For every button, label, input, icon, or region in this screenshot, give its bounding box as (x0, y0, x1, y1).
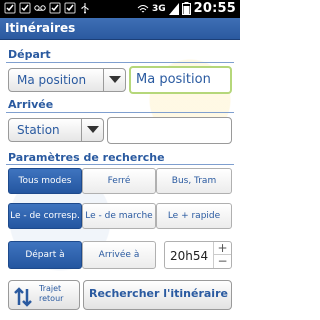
page-title: Itinéraires (5, 21, 76, 35)
checkbox-icon (64, 2, 76, 14)
arrivee-input[interactable] (107, 117, 232, 144)
network-type-label: 3G (151, 3, 166, 14)
mode-rail-button[interactable]: Ferré (82, 168, 156, 194)
pref-fewest-transfers-button[interactable]: Le - de corresp. (8, 203, 82, 229)
search-itinerary-label: Rechercher l'itinéraire (89, 287, 228, 300)
arrivee-type-dropdown[interactable]: Station (8, 118, 104, 142)
params-label: Paramètres de recherche (8, 151, 165, 164)
pref-fastest-button[interactable]: Le + rapide (156, 203, 232, 229)
arrive-at-button[interactable]: Arrivée à (82, 241, 156, 269)
depart-type-value: Ma position (17, 73, 87, 87)
checkbox-icon (4, 2, 16, 14)
arrivee-label: Arrivée (8, 98, 54, 111)
checkbox-icon (49, 2, 61, 14)
usb-icon (81, 3, 89, 14)
time-decrement-button[interactable]: − (213, 255, 231, 268)
section-divider (6, 62, 234, 63)
notification-icons (4, 2, 91, 14)
checkbox-icon (19, 2, 31, 14)
depart-input[interactable]: Ma position (129, 66, 232, 94)
return-trip-label-line1: Trajet (39, 284, 62, 293)
battery-icon (181, 2, 191, 15)
signal-icon (168, 2, 179, 15)
mode-bus-tram-button[interactable]: Bus, Tram (156, 168, 232, 194)
return-trip-label-line2: retour (39, 294, 64, 303)
depart-input-value: Ma position (136, 72, 211, 87)
chevron-down-icon (109, 76, 121, 83)
pref-least-walking-button[interactable]: Le - de marche (82, 203, 156, 229)
status-bar: 3G 20:55 (0, 0, 240, 18)
swap-arrows-icon (14, 287, 32, 307)
depart-type-dropdown[interactable]: Ma position (8, 68, 126, 92)
mode-all-button[interactable]: Tous modes (8, 168, 82, 194)
clock: 20:55 (193, 1, 236, 16)
chevron-down-icon (87, 126, 99, 133)
title-bar: Itinéraires (0, 18, 240, 40)
voicemail-icon (34, 5, 46, 11)
main-content: Départ Ma position Ma position Arrivée S… (0, 40, 240, 320)
time-value: 20h54 (170, 249, 209, 263)
arrivee-type-value: Station (17, 123, 60, 137)
section-divider (6, 112, 234, 113)
time-picker[interactable]: 20h54 + − (164, 241, 232, 269)
return-trip-button[interactable]: Trajet retour (8, 280, 80, 310)
search-itinerary-button[interactable]: Rechercher l'itinéraire (83, 280, 232, 310)
depart-label: Départ (8, 48, 51, 61)
wifi-icon (137, 4, 149, 12)
section-divider (6, 164, 234, 165)
depart-at-button[interactable]: Départ à (8, 241, 82, 269)
